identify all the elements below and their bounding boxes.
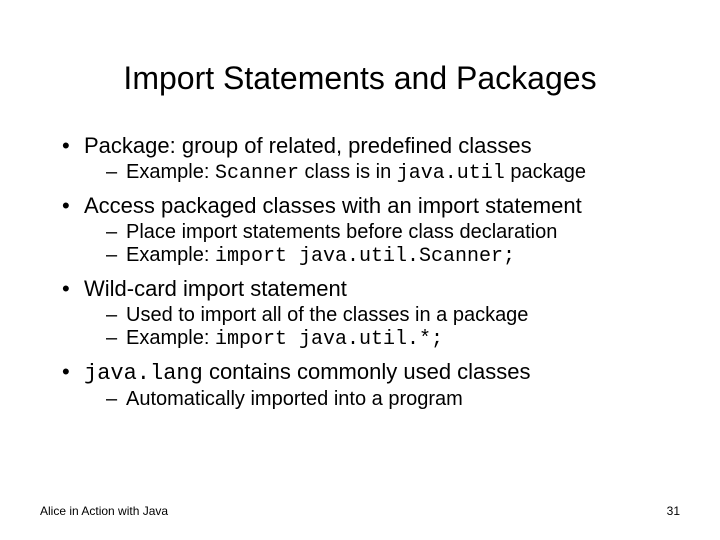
sub-text: class is in xyxy=(299,161,397,183)
code-text: Scanner xyxy=(215,162,299,185)
list-item: Example: Scanner class is in java.util p… xyxy=(106,161,680,185)
sub-text: Place import statements before class dec… xyxy=(126,221,557,243)
footer-source: Alice in Action with Java xyxy=(40,504,168,518)
list-item: Used to import all of the classes in a p… xyxy=(106,304,680,327)
list-item: Access packaged classes with an import s… xyxy=(62,193,680,268)
list-item: Example: import java.util.*; xyxy=(106,327,680,351)
code-text: import java.util.*; xyxy=(215,328,443,351)
list-item: Example: import java.util.Scanner; xyxy=(106,244,680,268)
bullet-text: Wild-card import statement xyxy=(84,276,347,301)
bullet-text: contains commonly used classes xyxy=(203,359,531,384)
bullet-text: Package: group of related, predefined cl… xyxy=(84,133,532,158)
sub-list: Used to import all of the classes in a p… xyxy=(84,304,680,351)
slide-title: Import Statements and Packages xyxy=(40,60,680,97)
sub-list: Place import statements before class dec… xyxy=(84,221,680,268)
sub-text: Automatically imported into a program xyxy=(126,388,463,410)
sub-list: Example: Scanner class is in java.util p… xyxy=(84,161,680,185)
list-item: java.lang contains commonly used classes… xyxy=(62,359,680,411)
sub-text: Example: xyxy=(126,161,215,183)
bullet-text: Access packaged classes with an import s… xyxy=(84,193,582,218)
sub-text: Example: xyxy=(126,244,215,266)
sub-text: package xyxy=(505,161,586,183)
code-text: java.lang xyxy=(84,361,203,386)
sub-text: Used to import all of the classes in a p… xyxy=(126,304,528,326)
code-text: java.util xyxy=(397,162,505,185)
list-item: Place import statements before class dec… xyxy=(106,221,680,244)
code-text: import java.util.Scanner; xyxy=(215,245,515,268)
bullet-list: Package: group of related, predefined cl… xyxy=(40,133,680,411)
list-item: Package: group of related, predefined cl… xyxy=(62,133,680,185)
page-number: 31 xyxy=(667,504,680,518)
list-item: Automatically imported into a program xyxy=(106,388,680,411)
list-item: Wild-card import statement Used to impor… xyxy=(62,276,680,351)
sub-list: Automatically imported into a program xyxy=(84,388,680,411)
sub-text: Example: xyxy=(126,327,215,349)
